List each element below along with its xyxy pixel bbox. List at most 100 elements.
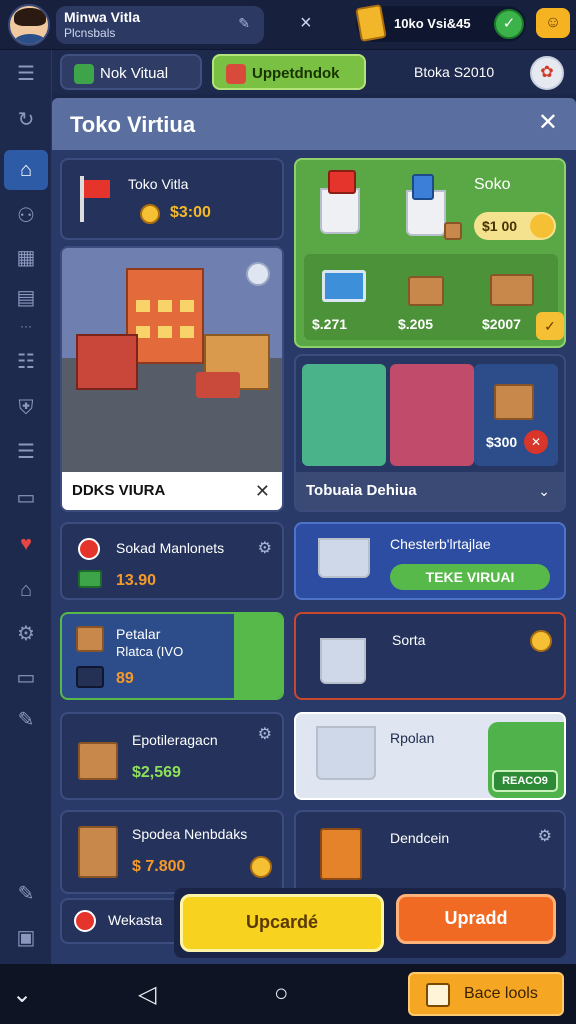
soko-card[interactable]: Soko $1 00 $.271 $.205 $2007 ✓: [294, 158, 566, 348]
save-icon[interactable]: ▣: [12, 924, 40, 952]
trash-bin-icon: [320, 188, 360, 234]
bundle-tools-button[interactable]: Bace lools: [408, 972, 564, 1016]
store-flag-card[interactable]: Toko Vitla $3:00: [60, 158, 284, 240]
profile-subtitle: Plcnsbals: [64, 26, 116, 40]
item-value: $2007: [482, 316, 521, 332]
menu-icon[interactable]: ☰: [12, 60, 40, 88]
red-package-icon: [328, 170, 356, 194]
card-title: Chesterb'lrtajlae: [390, 536, 491, 552]
card-price: 89: [116, 670, 134, 687]
close-icon[interactable]: ×: [300, 12, 312, 35]
upgrade-alt-button[interactable]: Upradd: [396, 894, 556, 944]
tab-store[interactable]: Nok Vitual: [60, 54, 202, 90]
document-icon[interactable]: ☰: [12, 438, 40, 466]
refresh-icon[interactable]: ↻: [12, 106, 40, 134]
dots-icon[interactable]: ···: [12, 312, 40, 340]
plant-shop: [302, 364, 386, 466]
currency-balance: 10ko Vsi&45: [394, 16, 471, 31]
gift-icon[interactable]: ✿: [530, 56, 564, 90]
take-virtual-button[interactable]: TEKE VIRUAI: [390, 564, 550, 590]
page-title: Toko Virtiua: [70, 112, 196, 137]
close-icon[interactable]: ✕: [524, 430, 548, 454]
avatar[interactable]: [8, 4, 50, 46]
wrench-icon[interactable]: ✎: [12, 706, 40, 734]
system-nav-bar: ⌄ ◁ ○ Bace lools: [0, 964, 576, 1024]
box-stack-icon: [490, 274, 534, 306]
gear-icon[interactable]: ⚙: [258, 538, 272, 558]
card-price: $ 7.800: [132, 858, 186, 875]
shops-caption: Tobuaia Dehiua: [296, 472, 564, 510]
top-bar: Minwa Vitla Plcnsbals ✎ × 10ko Vsi&45 ✓ …: [0, 0, 576, 50]
profile-pill[interactable]: Minwa Vitla Plcnsbals ✎: [56, 6, 264, 44]
small-box-icon: [444, 222, 462, 240]
home-icon[interactable]: ⌂: [4, 150, 48, 190]
home-circle-icon[interactable]: ○: [274, 980, 289, 1008]
status-badge[interactable]: REACO9: [492, 770, 558, 792]
panel-header: Toko Virtiua ✕: [52, 98, 576, 150]
coin-icon[interactable]: [530, 630, 552, 652]
list-icon[interactable]: ☷: [12, 348, 40, 376]
shopping-bag-icon: [320, 828, 362, 880]
wekasta-card[interactable]: Wekasta: [60, 898, 184, 944]
flag-icon: [76, 176, 112, 222]
close-icon[interactable]: ✕: [538, 108, 558, 137]
store-icon[interactable]: ⌂: [12, 576, 40, 604]
card-title: Sokad Manlonets: [116, 540, 225, 556]
gold-ticket-icon: [355, 4, 387, 42]
spodea-card[interactable]: Spodea Nenbdaks $ 7.800: [60, 810, 284, 894]
shield-icon[interactable]: ⛨: [12, 394, 40, 422]
shops-card[interactable]: $300 ✕ Tobuaia Dehiua ⌄: [294, 354, 566, 512]
card-price: $1 00: [482, 218, 518, 234]
back-icon[interactable]: ◁: [138, 980, 156, 1009]
chart-icon[interactable]: ▤: [12, 284, 40, 312]
epotilera-card[interactable]: Epotileragacn $2,569 ⚙: [60, 712, 284, 800]
check-icon[interactable]: ✓: [536, 312, 564, 340]
tab-upgrade-label: Uppetdndok: [252, 65, 340, 82]
nav-menu-icon[interactable]: ⌄: [12, 980, 32, 1009]
cheste-card[interactable]: Chesterb'lrtajlae TEKE VIRUAI: [294, 522, 566, 600]
coin-icon[interactable]: [250, 856, 272, 878]
badge-icon: [78, 538, 100, 560]
card-title: Toko Vitla: [128, 176, 189, 192]
card-title: Spodea Nenbdaks: [132, 826, 248, 842]
settings-icon[interactable]: ⚙: [12, 620, 40, 648]
chat-bubble-icon[interactable]: ☺: [536, 8, 570, 38]
heart-icon[interactable]: ♥: [12, 530, 40, 558]
search-icon[interactable]: [246, 262, 270, 286]
sorta-card[interactable]: Sorta: [294, 612, 566, 700]
avatar-shirt: [14, 34, 46, 44]
notepad-icon: [426, 983, 450, 1007]
action-bar: Upcardé Upradd: [174, 888, 566, 958]
market-stall: [76, 334, 138, 390]
no-entry-icon: [74, 910, 96, 932]
chevron-down-icon[interactable]: ⌄: [538, 483, 550, 500]
gear-icon[interactable]: ⚙: [538, 826, 552, 846]
package-icon: [226, 64, 246, 84]
coin-icon: [530, 214, 554, 238]
petalar-card[interactable]: Petalar Rlatca (IVO 89: [60, 612, 284, 700]
crate-icon: [76, 666, 104, 688]
monitor-icon[interactable]: ▭: [12, 664, 40, 692]
checkmark-icon[interactable]: ✓: [494, 9, 524, 39]
dendcein-card[interactable]: Dendcein ⚙: [294, 810, 566, 894]
price-pill[interactable]: $1 00: [474, 212, 556, 240]
people-icon[interactable]: ⚇: [12, 202, 40, 230]
pencil-icon[interactable]: ✎: [238, 15, 250, 32]
item-value: $.271: [312, 316, 348, 332]
sokad-card[interactable]: Sokad Manlonets 13.90 ⚙: [60, 522, 284, 600]
currency-display[interactable]: 10ko Vsi&45 ✓: [355, 4, 526, 42]
rpolan-card[interactable]: Rpolan REACO9: [294, 712, 566, 800]
upgrade-button[interactable]: Upcardé: [180, 894, 384, 952]
tab-upgrade[interactable]: Uppetdndok: [212, 54, 366, 90]
soko-items: $.271 $.205 $2007 ✓: [304, 254, 564, 340]
monitor-icon: [322, 270, 366, 302]
card-price: 13.90: [116, 572, 157, 589]
building-icon[interactable]: ▦: [12, 244, 40, 272]
edit-icon[interactable]: ✎: [12, 880, 40, 908]
box-icon[interactable]: ▭: [12, 484, 40, 512]
card-price: $3:00: [170, 204, 211, 221]
city-card[interactable]: DDKS VIURA ✕: [60, 246, 284, 512]
gear-icon[interactable]: ⚙: [258, 724, 272, 744]
close-icon[interactable]: ✕: [255, 481, 270, 502]
box-shop: [474, 364, 558, 466]
